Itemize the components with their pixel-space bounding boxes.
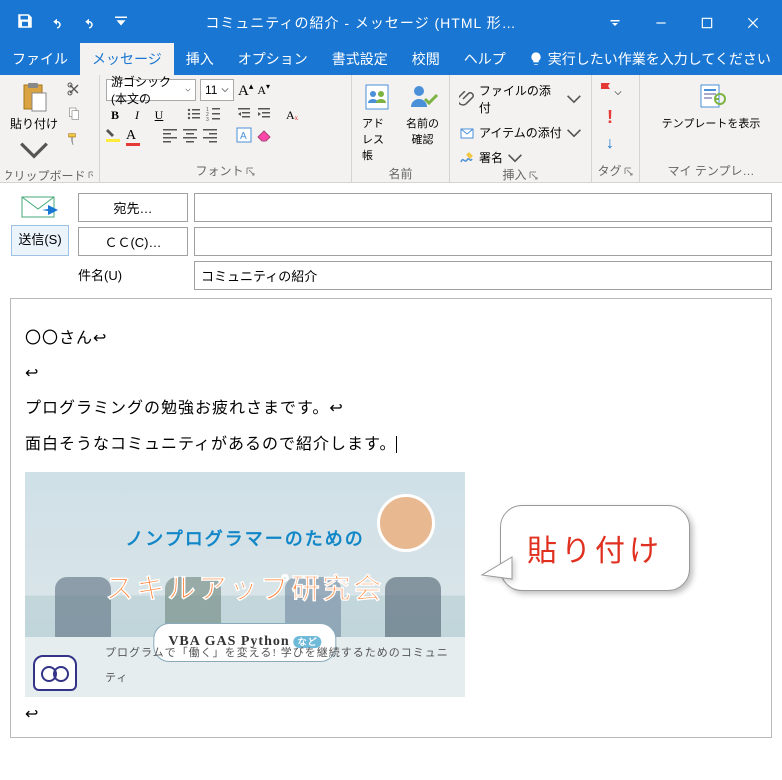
svg-text:3: 3 — [206, 117, 209, 122]
show-templates-button[interactable]: テンプレートを表示 — [658, 79, 765, 133]
banner-sub: プログラムで「働く」を変える! 学びを継続するためのコミュニティ — [105, 641, 455, 689]
body-line: 〇〇さん — [25, 330, 93, 347]
italic-button[interactable]: I — [128, 108, 146, 123]
follow-up-button[interactable] — [598, 81, 622, 100]
align-right-button[interactable] — [202, 127, 218, 146]
signature-icon — [459, 150, 475, 166]
tab-review[interactable]: 校閲 — [400, 43, 452, 75]
template-group-label: マイ テンプレ… — [668, 162, 755, 179]
robot-icon — [33, 655, 77, 691]
dialog-launcher-icon[interactable] — [529, 170, 539, 180]
body-line: プログラミングの勉強お疲れさまです。 — [25, 400, 329, 417]
clipboard-group-label: クリップボード — [6, 168, 86, 182]
cc-button[interactable]: ＣＣ(C)… — [78, 227, 188, 256]
tag-group-label: タグ — [598, 162, 622, 179]
font-group-label: フォント — [195, 162, 243, 179]
attach-item-icon — [459, 125, 475, 141]
low-importance-button[interactable]: ↓ — [606, 135, 614, 153]
minimize-icon[interactable] — [638, 5, 684, 41]
ribbon: 貼り付け クリップボード 游ゴシック (本文の 11 A▴ A▾ B — [0, 75, 782, 183]
body-line: 面白そうなコミュニティがあるので紹介します。 — [25, 436, 396, 453]
to-field[interactable] — [194, 193, 772, 222]
dialog-launcher-icon[interactable] — [88, 170, 93, 180]
template-label: テンプレートを表示 — [662, 115, 761, 131]
outdent-button[interactable] — [236, 106, 252, 125]
clear-format-button[interactable]: Aₓ — [286, 108, 298, 123]
attach-item-button[interactable]: アイテムの添付 — [456, 123, 585, 142]
check-names-icon — [407, 81, 439, 113]
pasted-image[interactable]: ノンプログラマーのための スキルアップ研究会 VBA GAS Pythonなど … — [25, 472, 465, 697]
subject-label: 件名(U) — [78, 261, 188, 290]
signature-button[interactable]: 署名 — [456, 148, 585, 167]
paste-icon — [18, 81, 50, 113]
undo-icon[interactable] — [48, 12, 66, 33]
address-book-label: アドレス帳 — [362, 115, 394, 163]
to-button[interactable]: 宛先… — [78, 193, 188, 222]
compose-header: 送信(S) 宛先… ＣＣ(C)… 件名(U) コミュニティの紹介 — [0, 183, 782, 290]
tell-me-label: 実行したい作業を入力してください — [548, 49, 771, 69]
envelope-icon — [20, 193, 60, 219]
tab-insert[interactable]: 挿入 — [174, 43, 226, 75]
paperclip-icon — [459, 91, 475, 107]
tab-options[interactable]: オプション — [226, 43, 320, 75]
font-color-button[interactable]: A — [126, 128, 140, 146]
address-book-button[interactable]: アドレス帳 — [358, 79, 398, 165]
close-icon[interactable] — [730, 5, 776, 41]
bold-button[interactable]: B — [106, 108, 124, 123]
address-book-icon — [362, 81, 394, 113]
tab-file[interactable]: ファイル — [0, 43, 80, 75]
banner-line1: ノンプログラマーのための — [25, 520, 465, 560]
align-center-button[interactable] — [182, 127, 198, 146]
maximize-icon[interactable] — [684, 5, 730, 41]
bullets-button[interactable] — [186, 106, 202, 125]
subject-field[interactable]: コミュニティの紹介 — [194, 261, 772, 290]
eraser-button[interactable] — [256, 127, 272, 146]
banner-line2: スキルアップ研究会 — [25, 559, 465, 621]
tab-format[interactable]: 書式設定 — [320, 43, 400, 75]
dialog-launcher-icon[interactable] — [246, 166, 256, 176]
redo-icon[interactable] — [80, 12, 98, 33]
customize-qat-icon[interactable] — [112, 12, 130, 33]
indent-button[interactable] — [256, 106, 272, 125]
check-names-button[interactable]: 名前の 確認 — [402, 79, 443, 149]
tab-message[interactable]: メッセージ — [80, 43, 174, 75]
format-painter-button[interactable] — [66, 131, 82, 150]
tab-help[interactable]: ヘルプ — [452, 43, 518, 75]
copy-button[interactable] — [66, 106, 82, 125]
paste-button[interactable]: 貼り付け — [6, 79, 62, 168]
template-icon — [695, 81, 727, 113]
chevron-down-icon — [18, 134, 50, 166]
font-shrink-button[interactable]: A▾ — [257, 82, 270, 98]
cut-button[interactable] — [66, 81, 82, 100]
svg-text:A: A — [240, 131, 247, 142]
insert-group-label: 挿入 — [502, 167, 526, 182]
send-button[interactable]: 送信(S) — [11, 225, 69, 256]
font-grow-button[interactable]: A▴ — [238, 81, 253, 100]
font-name-combo[interactable]: 游ゴシック (本文の — [106, 79, 196, 101]
callout: 貼り付け — [500, 505, 690, 591]
title-bar: コミュニティの紹介 - メッセージ (HTML 形… — [0, 0, 782, 45]
font-size-combo[interactable]: 11 — [200, 79, 234, 101]
styles-button[interactable]: A — [236, 127, 252, 146]
highlight-button[interactable] — [106, 127, 122, 146]
check-names-label: 名前の 確認 — [406, 115, 439, 147]
cc-field[interactable] — [194, 227, 772, 256]
align-left-button[interactable] — [162, 127, 178, 146]
paste-label: 貼り付け — [10, 115, 58, 132]
high-importance-button[interactable]: ! — [607, 107, 613, 128]
callout-text: 貼り付け — [500, 505, 690, 591]
underline-button[interactable]: U — [150, 108, 168, 123]
save-icon[interactable] — [16, 12, 34, 33]
name-group-label: 名前 — [388, 165, 412, 182]
lightbulb-icon — [528, 51, 544, 67]
window-title: コミュニティの紹介 - メッセージ (HTML 形… — [130, 13, 592, 33]
attach-file-button[interactable]: ファイルの添付 — [456, 81, 585, 117]
ribbon-tabs: ファイル メッセージ 挿入 オプション 書式設定 校閲 ヘルプ 実行したい作業を… — [0, 45, 782, 75]
ribbon-display-icon[interactable] — [592, 5, 638, 41]
numbering-button[interactable]: 123 — [206, 106, 222, 125]
tell-me-search[interactable]: 実行したい作業を入力してください — [518, 43, 781, 75]
dialog-launcher-icon[interactable] — [624, 166, 633, 176]
